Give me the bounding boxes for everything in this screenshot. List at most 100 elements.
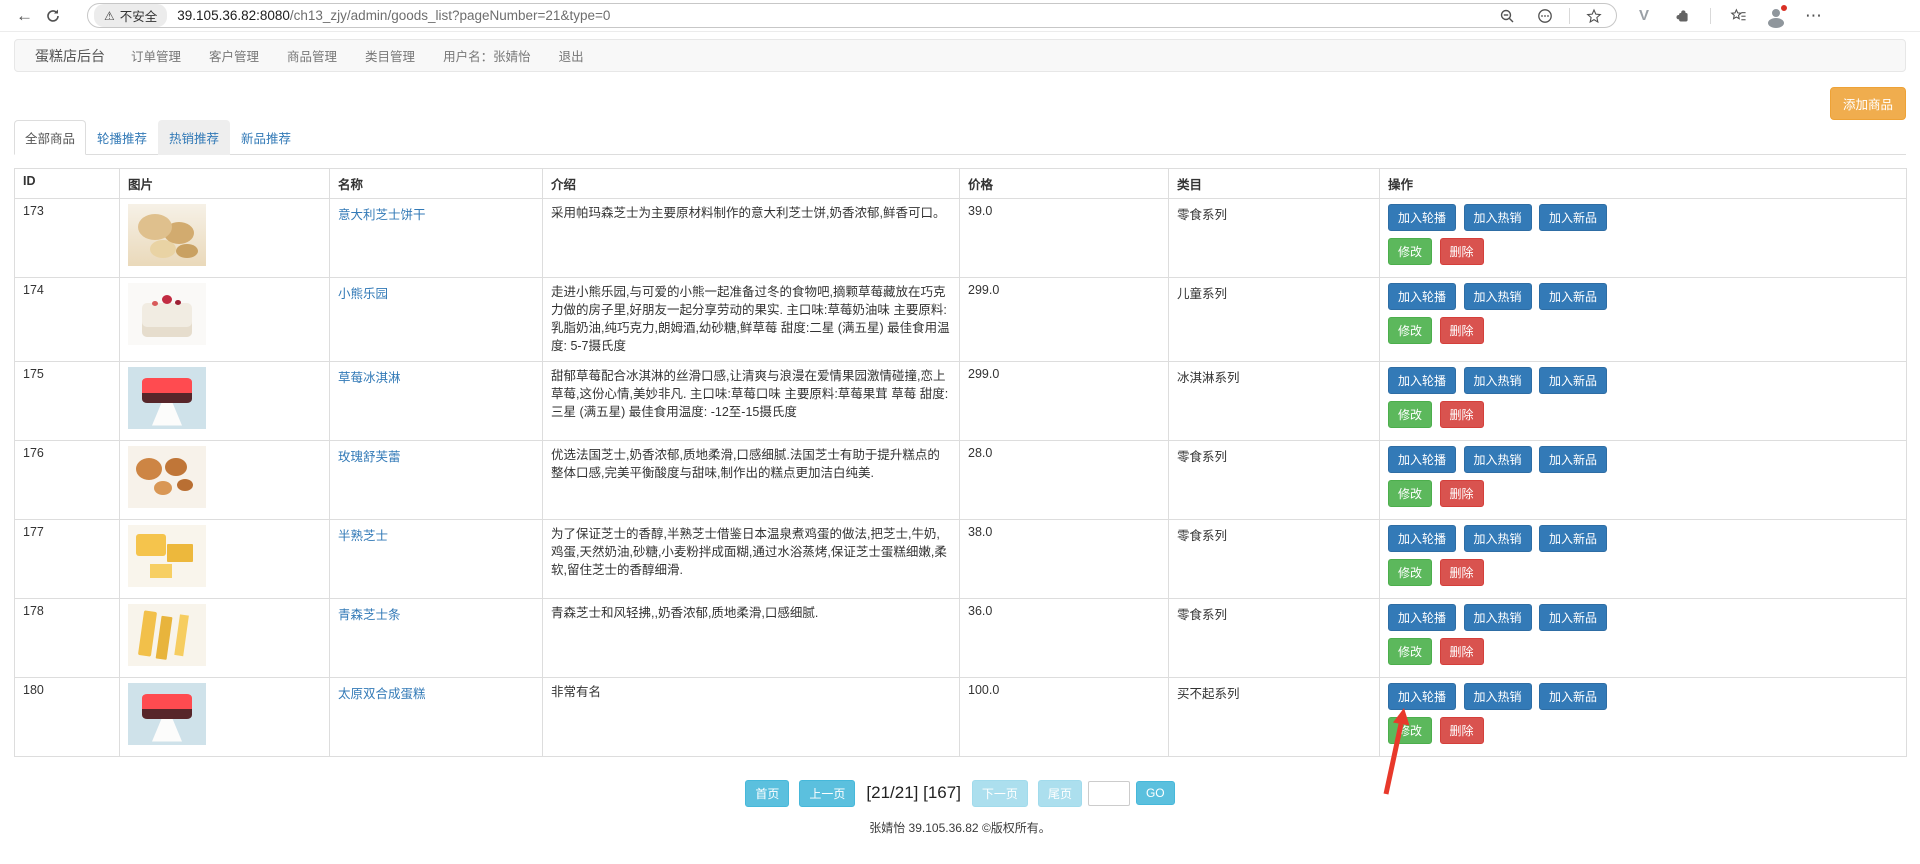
product-image: [128, 367, 206, 429]
col-header-image: 图片: [120, 169, 330, 199]
product-name-link[interactable]: 草莓冰淇淋: [338, 371, 401, 385]
goods-table-body: 173 意大利芝士饼干 采用帕玛森芝士为主要原材料制作的意大利芝士饼,奶香浓郁,…: [15, 199, 1907, 757]
last-page-button[interactable]: 尾页: [1038, 780, 1082, 807]
delete-button[interactable]: 删除: [1440, 480, 1484, 507]
next-page-button[interactable]: 下一页: [972, 780, 1028, 807]
search-more-icon[interactable]: [1531, 6, 1559, 26]
product-name-link[interactable]: 意大利芝士饼干: [338, 208, 426, 222]
profile-avatar[interactable]: [1766, 6, 1786, 26]
product-image: [128, 683, 206, 745]
product-name-link[interactable]: 玫瑰舒芙蕾: [338, 450, 401, 464]
product-name-link[interactable]: 小熊乐园: [338, 287, 388, 301]
go-button[interactable]: GO: [1136, 781, 1175, 805]
delete-button[interactable]: 删除: [1440, 717, 1484, 744]
edit-button[interactable]: 修改: [1388, 638, 1432, 665]
add-hot-button[interactable]: 加入热销: [1464, 604, 1532, 631]
nav-item-orders[interactable]: 订单管理: [117, 46, 195, 65]
delete-button[interactable]: 删除: [1440, 559, 1484, 586]
security-badge[interactable]: ⚠ 不安全: [94, 4, 167, 27]
add-carousel-button[interactable]: 加入轮播: [1388, 604, 1456, 631]
page-number-input[interactable]: [1088, 781, 1130, 806]
cell-category: 冰淇淋系列: [1169, 361, 1380, 440]
add-goods-button[interactable]: 添加商品: [1830, 87, 1906, 120]
back-icon[interactable]: ←: [10, 5, 39, 26]
add-new-button[interactable]: 加入新品: [1539, 446, 1607, 473]
add-carousel-button[interactable]: 加入轮播: [1388, 683, 1456, 710]
first-page-button[interactable]: 首页: [745, 780, 789, 807]
product-name-link[interactable]: 太原双合成蛋糕: [338, 687, 426, 701]
copyright-footer: 张婧怡 39.105.36.82 ©版权所有。: [0, 819, 1920, 836]
product-name-link[interactable]: 半熟芝士: [338, 529, 388, 543]
add-hot-button[interactable]: 加入热销: [1464, 283, 1532, 310]
prev-page-button[interactable]: 上一页: [799, 780, 855, 807]
delete-button[interactable]: 删除: [1440, 317, 1484, 344]
nav-item-customers[interactable]: 客户管理: [195, 46, 273, 65]
sidebar-toggle-icon[interactable]: [1856, 14, 1868, 18]
add-new-button[interactable]: 加入新品: [1539, 367, 1607, 394]
table-row: 176 玫瑰舒芙蕾 优选法国芝士,奶香浓郁,质地柔滑,口感细腻.法国芝士有助于提…: [15, 440, 1907, 519]
cell-intro: 采用帕玛森芝士为主要原材料制作的意大利芝士饼,奶香浓郁,鲜香可口。: [543, 199, 960, 278]
add-carousel-button[interactable]: 加入轮播: [1388, 367, 1456, 394]
tab-carousel[interactable]: 轮播推荐: [86, 120, 158, 155]
cell-price: 299.0: [960, 361, 1169, 440]
add-new-button[interactable]: 加入新品: [1539, 283, 1607, 310]
delete-button[interactable]: 删除: [1440, 401, 1484, 428]
cell-category: 零食系列: [1169, 598, 1380, 677]
logout-link[interactable]: 退出: [545, 46, 598, 65]
add-carousel-button[interactable]: 加入轮播: [1388, 283, 1456, 310]
add-hot-button[interactable]: 加入热销: [1464, 683, 1532, 710]
edit-button[interactable]: 修改: [1388, 238, 1432, 265]
delete-button[interactable]: 删除: [1440, 238, 1484, 265]
product-name-link[interactable]: 青森芝士条: [338, 608, 401, 622]
collections-icon[interactable]: [1724, 5, 1753, 26]
add-hot-button[interactable]: 加入热销: [1464, 525, 1532, 552]
cell-intro: 非常有名: [543, 677, 960, 756]
add-new-button[interactable]: 加入新品: [1539, 204, 1607, 231]
edit-button[interactable]: 修改: [1388, 717, 1432, 744]
add-carousel-button[interactable]: 加入轮播: [1388, 446, 1456, 473]
tab-new[interactable]: 新品推荐: [230, 120, 302, 155]
add-new-button[interactable]: 加入新品: [1539, 525, 1607, 552]
add-hot-button[interactable]: 加入热销: [1464, 367, 1532, 394]
zoom-out-icon[interactable]: [1493, 6, 1521, 26]
product-image: [128, 446, 206, 508]
add-hot-button[interactable]: 加入热销: [1464, 446, 1532, 473]
edit-button[interactable]: 修改: [1388, 401, 1432, 428]
pagination: 首页 上一页 [21/21] [167] 下一页 尾页 GO: [0, 780, 1920, 807]
cell-price: 28.0: [960, 440, 1169, 519]
tab-hot[interactable]: 热销推荐: [158, 120, 230, 155]
url-text: 39.105.36.82:8080/ch13_zjy/admin/goods_l…: [177, 8, 1493, 23]
col-header-actions: 操作: [1380, 169, 1907, 199]
cell-id: 174: [15, 278, 120, 362]
edit-button[interactable]: 修改: [1388, 480, 1432, 507]
cell-price: 38.0: [960, 519, 1169, 598]
table-row: 175 草莓冰淇淋 甜郁草莓配合冰淇淋的丝滑口感,让清爽与浪漫在爱情果园激情碰撞…: [15, 361, 1907, 440]
product-image: [128, 525, 206, 587]
refresh-icon[interactable]: [39, 6, 67, 26]
edit-button[interactable]: 修改: [1388, 559, 1432, 586]
col-header-intro: 介绍: [543, 169, 960, 199]
divider: [1710, 8, 1711, 24]
goods-table: ID 图片 名称 介绍 价格 类目 操作 173 意大利芝士饼干 采用帕玛森芝士…: [14, 168, 1907, 757]
navbar-brand[interactable]: 蛋糕店后台: [23, 46, 117, 66]
add-new-button[interactable]: 加入新品: [1539, 683, 1607, 710]
add-new-button[interactable]: 加入新品: [1539, 604, 1607, 631]
divider: [1569, 8, 1570, 24]
add-hot-button[interactable]: 加入热销: [1464, 204, 1532, 231]
delete-button[interactable]: 删除: [1440, 638, 1484, 665]
nav-item-categories[interactable]: 类目管理: [351, 46, 429, 65]
favorite-star-icon[interactable]: [1580, 6, 1608, 26]
cell-price: 100.0: [960, 677, 1169, 756]
add-carousel-button[interactable]: 加入轮播: [1388, 204, 1456, 231]
vue-devtools-icon[interactable]: V: [1633, 6, 1655, 25]
edit-button[interactable]: 修改: [1388, 317, 1432, 344]
tab-all-goods[interactable]: 全部商品: [14, 120, 86, 155]
nav-item-goods[interactable]: 商品管理: [273, 46, 351, 65]
add-carousel-button[interactable]: 加入轮播: [1388, 525, 1456, 552]
extensions-icon[interactable]: [1668, 5, 1697, 26]
cell-id: 176: [15, 440, 120, 519]
table-row: 180 太原双合成蛋糕 非常有名 100.0 买不起系列 加入轮播 加入热销 加…: [15, 677, 1907, 756]
url-bar[interactable]: ⚠ 不安全 39.105.36.82:8080/ch13_zjy/admin/g…: [87, 3, 1617, 28]
more-menu-icon[interactable]: ⋯: [1799, 5, 1829, 26]
product-image: [128, 604, 206, 666]
